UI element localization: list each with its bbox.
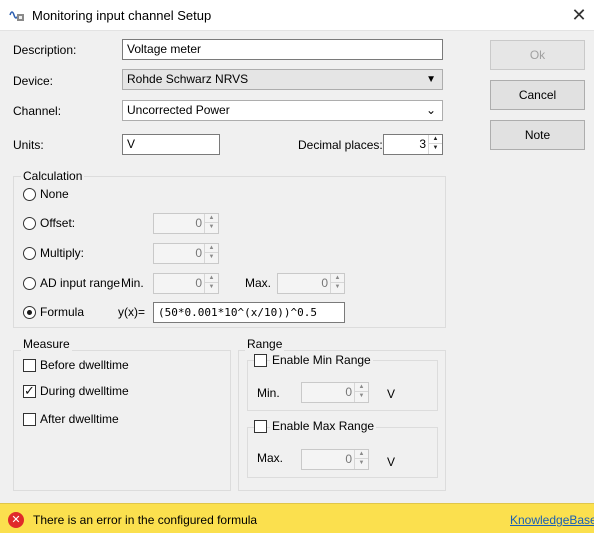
enable-min-range-label: Enable Min Range	[270, 353, 373, 367]
radio-none-label: None	[40, 187, 69, 201]
radio-ad-input-range-label: AD input range	[40, 276, 121, 290]
ad-min-label: Min.	[121, 276, 144, 290]
ok-button[interactable]: Ok	[490, 40, 585, 70]
ad-max-label: Max.	[245, 276, 272, 290]
after-dwelltime-label: After dwelltime	[40, 412, 119, 426]
chevron-down-icon: ⌄	[425, 103, 436, 117]
radio-offset[interactable]	[23, 217, 36, 230]
units-label: Units:	[13, 138, 44, 152]
radio-formula[interactable]	[23, 306, 36, 319]
title-bar: Monitoring input channel Setup ✕	[0, 0, 594, 31]
stepper-down-icon[interactable]: ▼	[355, 459, 368, 468]
stepper-buttons: ▲ ▼	[428, 135, 442, 154]
radio-multiply-label: Multiply:	[40, 246, 85, 260]
stepper-up-icon[interactable]: ▲	[205, 244, 218, 253]
decimal-places-label: Decimal places:	[298, 138, 383, 152]
calculation-group-title: Calculation	[21, 169, 85, 183]
description-label: Description:	[13, 43, 77, 57]
device-select-value: Rohde Schwarz NRVS	[127, 72, 249, 86]
channel-select[interactable]: Uncorrected Power ⌄	[122, 100, 443, 121]
multiply-stepper[interactable]: 0 ▲ ▼	[153, 243, 219, 264]
formula-prefix: y(x)=	[118, 305, 145, 319]
stepper-up-icon[interactable]: ▲	[205, 274, 218, 283]
radio-formula-label: Formula	[40, 305, 85, 319]
cancel-button[interactable]: Cancel	[490, 80, 585, 110]
range-max-stepper[interactable]: 0 ▲ ▼	[301, 449, 369, 470]
stepper-buttons: ▲ ▼	[204, 214, 218, 233]
range-max-label: Max.	[257, 451, 284, 465]
status-bar: ✕ There is an error in the configured fo…	[0, 503, 594, 533]
units-input[interactable]: V	[122, 134, 220, 155]
sine-wave-settings-icon	[9, 8, 25, 22]
stepper-up-icon[interactable]: ▲	[355, 383, 368, 392]
range-min-unit: V	[387, 387, 396, 401]
ad-min-stepper[interactable]: 0 ▲ ▼	[153, 273, 219, 294]
radio-multiply[interactable]	[23, 247, 36, 260]
range-min-label: Min.	[257, 386, 280, 400]
radio-none[interactable]	[23, 188, 36, 201]
error-icon: ✕	[8, 512, 24, 528]
stepper-down-icon[interactable]: ▼	[205, 253, 218, 262]
window-title: Monitoring input channel Setup	[32, 8, 212, 23]
close-icon[interactable]: ✕	[566, 3, 592, 27]
range-group-title: Range	[245, 337, 285, 351]
during-dwelltime-checkbox[interactable]	[23, 383, 36, 399]
stepper-buttons: ▲ ▼	[354, 450, 368, 469]
during-dwelltime-label: During dwelltime	[40, 384, 129, 398]
stepper-buttons: ▲ ▼	[204, 274, 218, 293]
after-dwelltime-checkbox[interactable]	[23, 413, 36, 426]
stepper-buttons: ▲ ▼	[354, 383, 368, 402]
offset-stepper[interactable]: 0 ▲ ▼	[153, 213, 219, 234]
description-input[interactable]: Voltage meter	[122, 39, 443, 60]
stepper-buttons: ▲ ▼	[204, 244, 218, 263]
measure-group-title: Measure	[21, 337, 72, 351]
formula-input[interactable]: (50*0.001*10^(x/10))^0.5	[153, 302, 345, 323]
stepper-down-icon[interactable]: ▼	[205, 223, 218, 232]
range-max-value: 0	[345, 452, 352, 466]
radio-ad-input-range[interactable]	[23, 277, 36, 290]
enable-max-range-label: Enable Max Range	[270, 419, 377, 433]
stepper-up-icon[interactable]: ▲	[205, 214, 218, 223]
stepper-up-icon[interactable]: ▲	[429, 135, 442, 144]
stepper-buttons: ▲ ▼	[330, 274, 344, 293]
knowledgebase-link[interactable]: KnowledgeBase	[510, 513, 594, 527]
stepper-down-icon[interactable]: ▼	[331, 283, 344, 292]
channel-label: Channel:	[13, 104, 62, 118]
stepper-down-icon[interactable]: ▼	[355, 392, 368, 401]
stepper-up-icon[interactable]: ▲	[331, 274, 344, 283]
device-select[interactable]: Rohde Schwarz NRVS ▼	[122, 69, 443, 90]
ad-min-value: 0	[195, 276, 202, 290]
range-min-value: 0	[345, 385, 352, 399]
radio-offset-label: Offset:	[40, 216, 76, 230]
before-dwelltime-checkbox[interactable]	[23, 359, 36, 372]
multiply-value: 0	[195, 246, 202, 260]
stepper-down-icon[interactable]: ▼	[429, 144, 442, 153]
range-max-unit: V	[387, 455, 396, 469]
status-message: There is an error in the configured form…	[33, 513, 258, 527]
channel-select-value: Uncorrected Power	[127, 103, 230, 117]
enable-max-range-checkbox[interactable]	[254, 420, 267, 433]
stepper-up-icon[interactable]: ▲	[355, 450, 368, 459]
ad-max-stepper[interactable]: 0 ▲ ▼	[277, 273, 345, 294]
note-button[interactable]: Note	[490, 120, 585, 150]
decimal-places-stepper[interactable]: 3 ▲ ▼	[383, 134, 443, 155]
dropdown-arrow-icon: ▼	[426, 74, 436, 85]
device-label: Device:	[13, 74, 54, 88]
enable-min-range-checkbox[interactable]	[254, 354, 267, 367]
range-min-stepper[interactable]: 0 ▲ ▼	[301, 382, 369, 403]
decimal-places-value: 3	[419, 137, 426, 151]
before-dwelltime-label: Before dwelltime	[40, 358, 129, 372]
offset-value: 0	[195, 216, 202, 230]
stepper-down-icon[interactable]: ▼	[205, 283, 218, 292]
ad-max-value: 0	[321, 276, 328, 290]
